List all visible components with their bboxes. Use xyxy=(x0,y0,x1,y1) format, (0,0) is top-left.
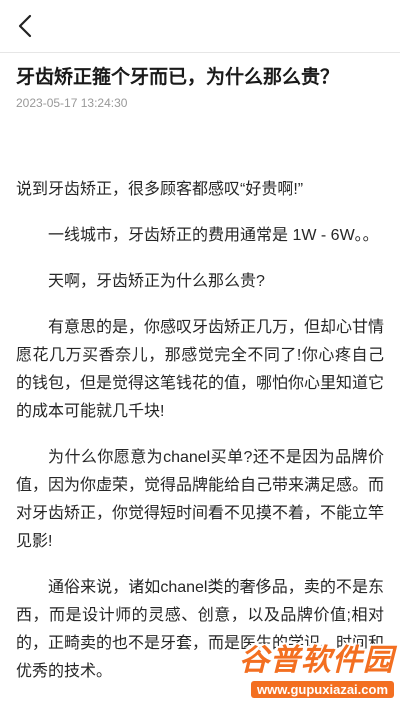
watermark-url: www.gupuxiazai.com xyxy=(251,681,394,698)
back-button[interactable] xyxy=(10,10,40,42)
header-divider xyxy=(0,52,400,53)
watermark-name: 谷普软件园 xyxy=(239,644,394,677)
article-timestamp: 2023-05-17 13:24:30 xyxy=(16,96,128,110)
top-bar xyxy=(0,0,400,52)
article-paragraph: 为什么你愿意为chanel买单?还不是因为品牌价值，因为你虚荣，觉得品牌能给自己… xyxy=(16,449,385,550)
article-paragraph: 说到牙齿矫正，很多顾客都感叹“好贵啊!” xyxy=(16,181,304,198)
article-paragraph: 一线城市，牙齿矫正的费用通常是 1W - 6W。。 xyxy=(48,227,379,244)
article-body: 说到牙齿矫正，很多顾客都感叹“好贵啊!” 一线城市，牙齿矫正的费用通常是 1W … xyxy=(16,176,384,704)
article-title: 牙齿矫正箍个牙而已，为什么那么贵？ xyxy=(16,67,340,88)
chevron-left-icon xyxy=(18,14,32,38)
article-paragraph: 有意思的是，你感叹牙齿矫正几万，但却心甘情愿花几万买香奈儿，那感觉完全不同了!你… xyxy=(16,319,385,420)
site-watermark: 谷普软件园 www.gupuxiazai.com xyxy=(194,635,394,705)
article-paragraph: 天啊，牙齿矫正为什么那么贵? xyxy=(48,273,265,290)
